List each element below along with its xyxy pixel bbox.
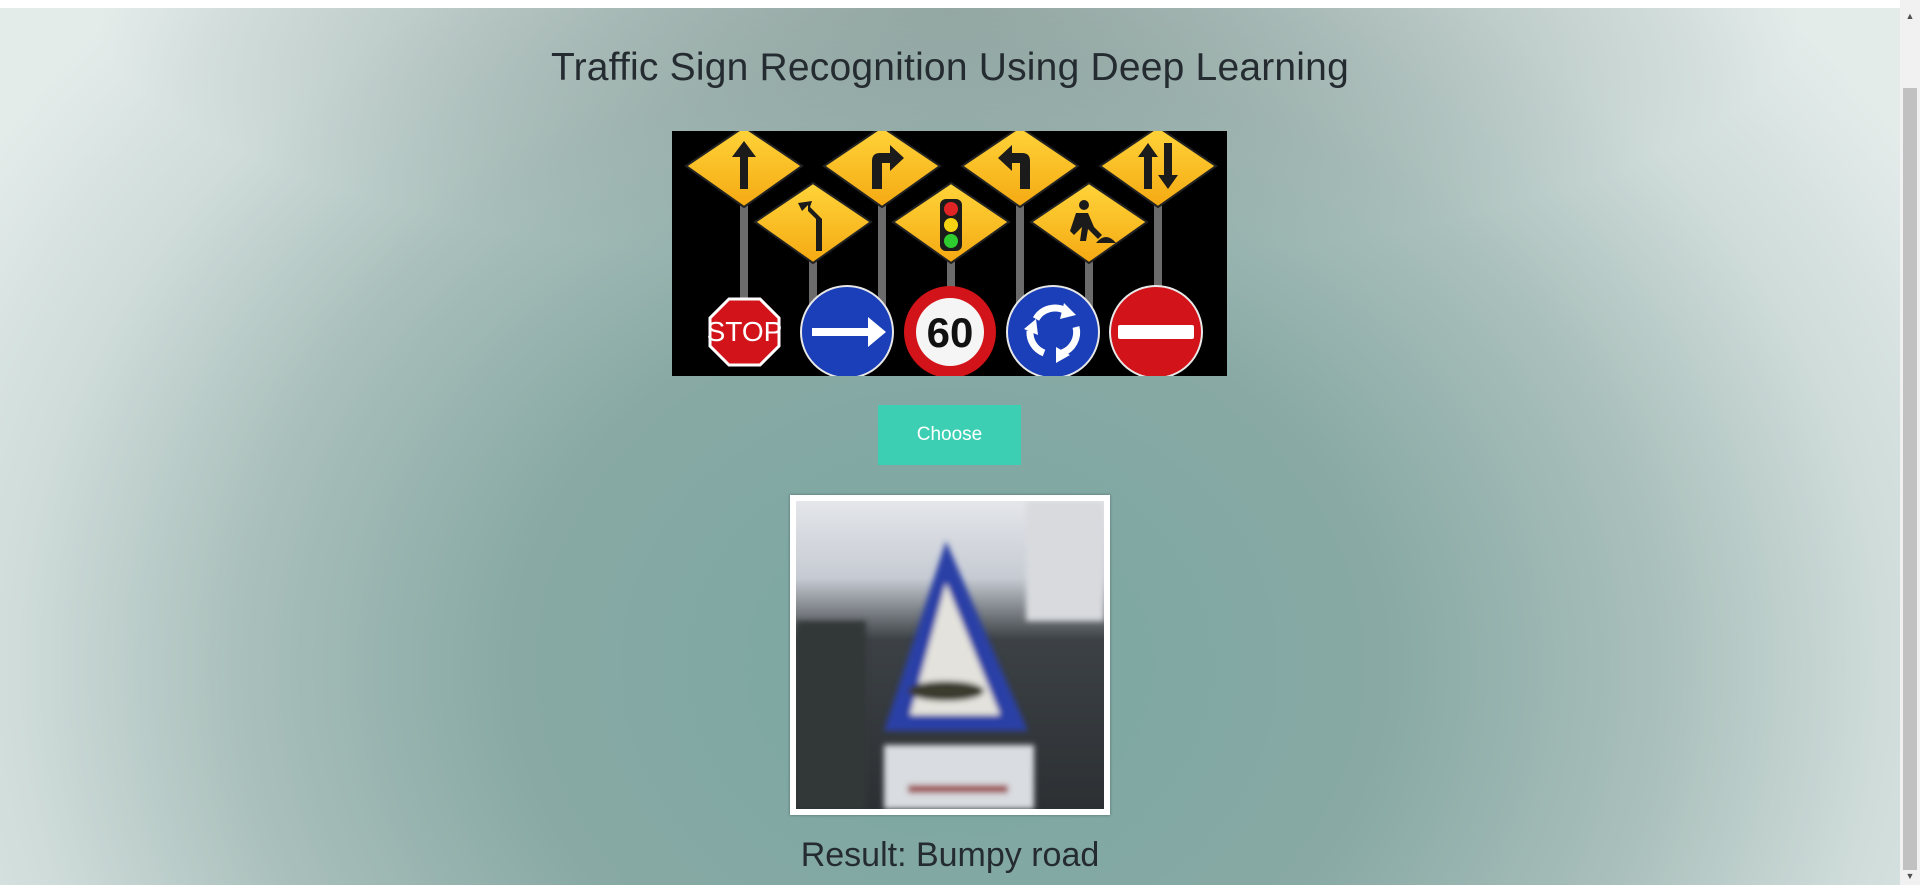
uploaded-sign-image xyxy=(796,501,1104,809)
svg-text:60: 60 xyxy=(927,309,974,356)
stop-sign-icon: STOP xyxy=(707,297,783,367)
scrollbar-thumb[interactable] xyxy=(1903,88,1917,870)
traffic-signs-banner: STOP 60 xyxy=(672,125,1227,379)
merge-left-sign-icon xyxy=(753,181,873,265)
turn-right-sign-icon xyxy=(822,125,942,209)
keep-right-sign-icon xyxy=(800,285,894,379)
choose-button[interactable]: Choose xyxy=(878,405,1021,465)
page-background: Traffic Sign Recognition Using Deep Lear… xyxy=(0,8,1900,885)
vertical-scrollbar[interactable]: ▲ ▼ xyxy=(1900,0,1920,885)
page-title: Traffic Sign Recognition Using Deep Lear… xyxy=(551,46,1349,89)
traffic-signs-banner-image: STOP 60 xyxy=(684,125,1218,379)
no-entry-sign-icon xyxy=(1109,285,1203,379)
road-work-sign-icon xyxy=(1029,181,1149,265)
speed-limit-sign-icon: 60 xyxy=(904,286,996,378)
svg-text:STOP: STOP xyxy=(707,316,783,347)
roundabout-sign-icon xyxy=(1006,285,1100,379)
uploaded-image-frame xyxy=(790,495,1110,815)
result-text: Result: Bumpy road xyxy=(800,836,1100,874)
turn-left-sign-icon xyxy=(960,125,1080,209)
traffic-light-sign-icon xyxy=(891,181,1011,265)
browser-top-edge xyxy=(0,0,1900,8)
two-way-traffic-sign-icon xyxy=(1098,125,1218,209)
scroll-up-arrow-icon[interactable]: ▲ xyxy=(1900,8,1920,24)
scroll-down-arrow-icon[interactable]: ▼ xyxy=(1900,869,1920,883)
arrow-up-sign-icon xyxy=(684,125,804,209)
